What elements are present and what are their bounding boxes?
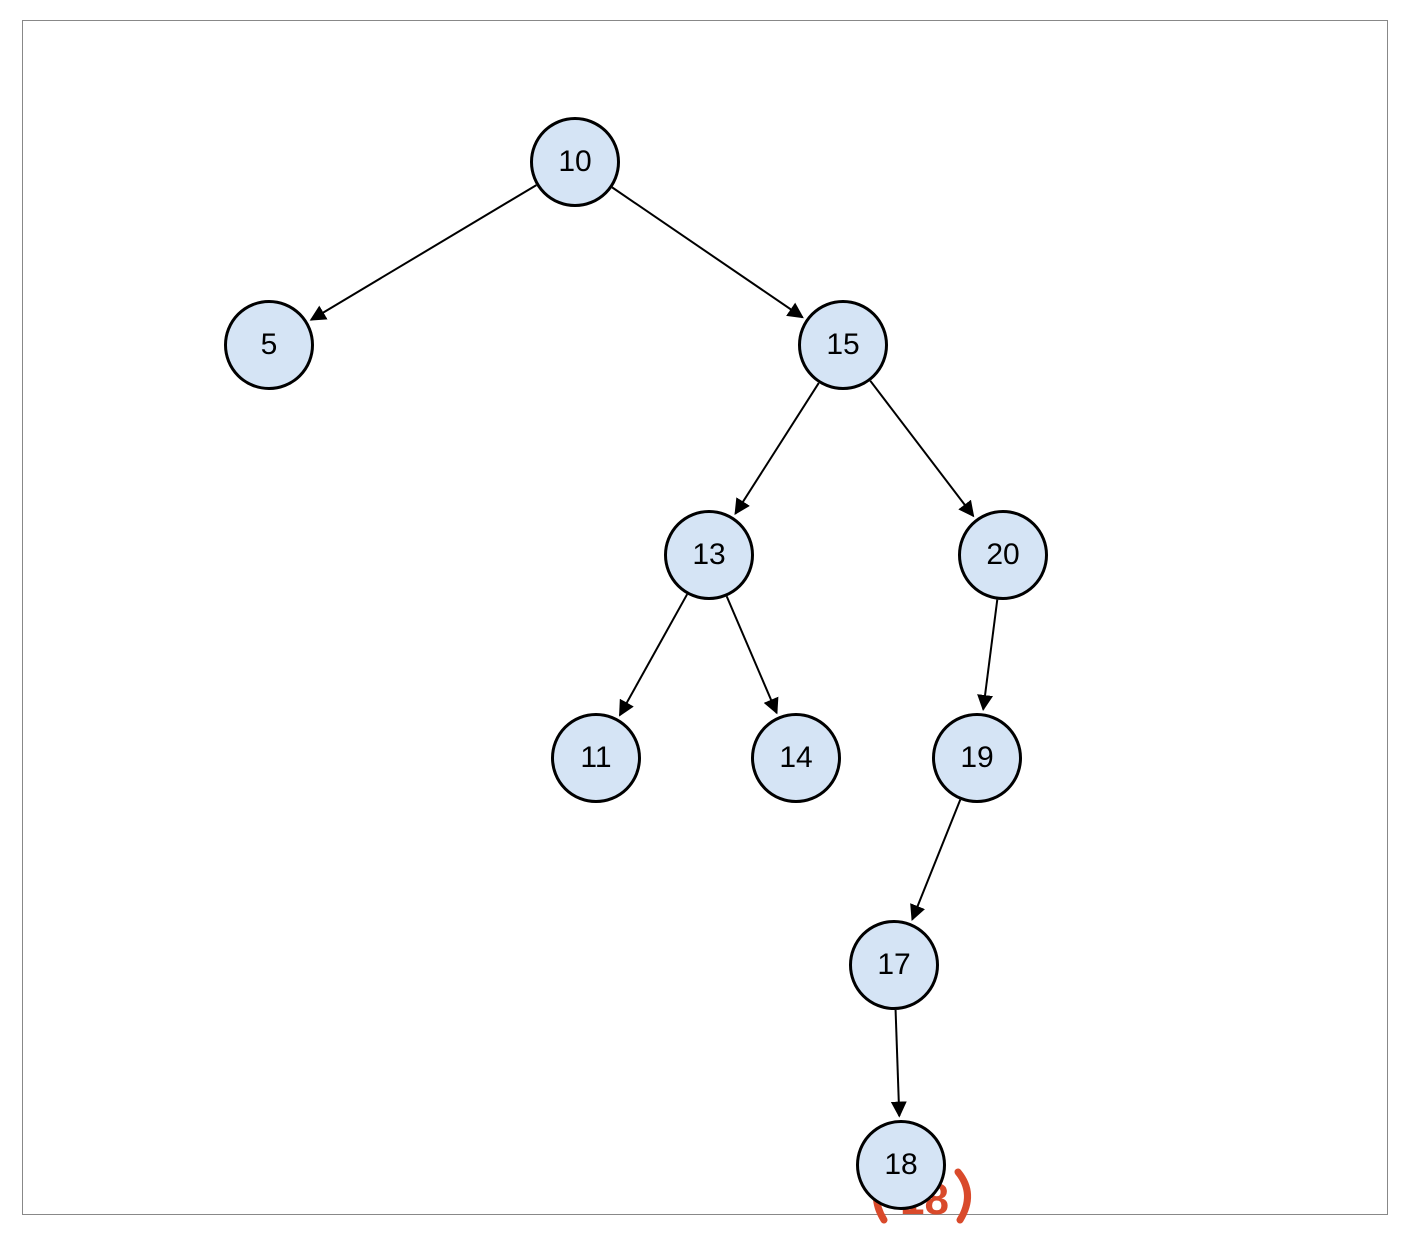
edge-n15-n20	[870, 381, 973, 516]
tree-node-17: 17	[849, 920, 939, 1010]
tree-node-13: 13	[664, 510, 754, 600]
edges-layer: 18	[0, 0, 1410, 1240]
tree-node-5: 5	[224, 300, 314, 390]
edge-n15-n13	[735, 383, 818, 514]
edge-n13-n14	[727, 596, 777, 713]
edge-n20-n19	[983, 600, 997, 710]
edge-n17-nlast	[896, 1010, 900, 1116]
diagram-canvas: { "diagram": { "type": "binary-search-tr…	[0, 0, 1410, 1240]
annotation-stroke-right	[958, 1172, 968, 1220]
tree-node-19: 19	[932, 713, 1022, 803]
edge-n10-n15	[612, 187, 802, 317]
tree-node-15: 15	[798, 300, 888, 390]
tree-node-11: 11	[551, 713, 641, 803]
edge-n19-n17	[912, 800, 960, 920]
tree-node-10: 10	[530, 117, 620, 207]
edge-n10-n5	[311, 185, 536, 320]
tree-node-20: 20	[958, 510, 1048, 600]
tree-node-14: 14	[751, 713, 841, 803]
edge-n13-n11	[620, 594, 687, 715]
tree-node-18: 18	[856, 1120, 946, 1210]
